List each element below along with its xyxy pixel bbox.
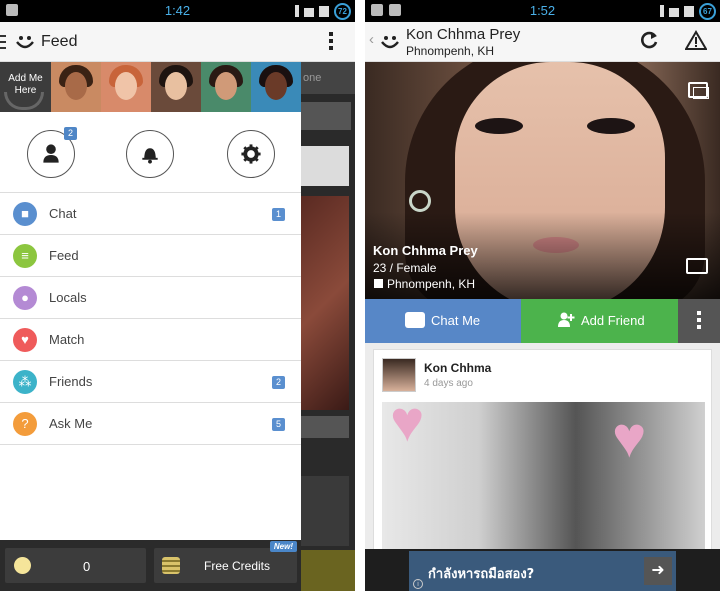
featured-thumb[interactable] — [251, 62, 301, 112]
menu-item-locals[interactable]: ● Locals — [0, 277, 301, 319]
menu-item-label: Chat — [49, 206, 77, 221]
notifications-button[interactable] — [126, 130, 174, 178]
avatar[interactable] — [382, 358, 416, 392]
friends-icon: ⁂ — [13, 370, 37, 394]
chat-me-label: Chat Me — [431, 313, 481, 328]
menu-item-label: Match — [49, 332, 85, 347]
profile-age-gender: 23 / Female — [373, 261, 437, 275]
coin-stack-icon — [162, 557, 180, 574]
right-screen: 1:52 67 ‹ Kon Chhma Prey Phnompenh, KH K… — [365, 0, 720, 591]
add-person-icon — [558, 312, 575, 327]
coin-balance[interactable]: 0 — [5, 548, 146, 583]
unread-badge: 2 — [272, 376, 285, 389]
post-author[interactable]: Kon Chhma — [424, 361, 491, 375]
menu-item-friends[interactable]: ⁂ Friends 2 — [0, 361, 301, 403]
app-logo-icon — [381, 36, 399, 49]
profile-name: Kon Chhma Prey — [373, 243, 478, 258]
battery-icon: 67 — [699, 3, 716, 20]
app-bar: Feed — [0, 22, 355, 62]
menu-item-match[interactable]: ♥ Match — [0, 319, 301, 361]
navigation-drawer: Add Me Here 2 ■ Chat 1 ≡ Feed ● Locals ♥… — [0, 62, 301, 540]
menu-item-label: Feed — [49, 248, 79, 263]
add-me-here-button[interactable]: Add Me Here — [0, 62, 51, 112]
friend-requests-badge: 2 — [64, 127, 77, 140]
menu-item-label: Friends — [49, 374, 93, 389]
featured-thumb[interactable] — [201, 62, 251, 112]
status-bar: 1:52 67 — [365, 0, 720, 22]
chat-icon: ■ — [13, 202, 37, 226]
app-bar: ‹ Kon Chhma Prey Phnompenh, KH — [365, 22, 720, 62]
question-icon: ? — [13, 412, 37, 436]
profile-title: Kon Chhma Prey — [406, 26, 521, 43]
signal-icons — [660, 4, 694, 17]
new-badge: New! — [269, 541, 297, 552]
unread-badge: 5 — [272, 418, 285, 431]
featured-thumb[interactable] — [151, 62, 201, 112]
back-icon[interactable]: ‹ — [369, 31, 374, 48]
signal-icons — [295, 4, 329, 17]
profile-subtitle: Phnompenh, KH — [406, 44, 495, 58]
unread-badge: 1 — [272, 208, 285, 221]
menu-item-ask-me[interactable]: ? Ask Me 5 — [0, 403, 301, 445]
background-feed: one — [301, 62, 355, 591]
heart-sticker: ♥ — [612, 405, 647, 470]
post-timestamp: 4 days ago — [424, 378, 473, 389]
gallery-icon[interactable] — [688, 82, 709, 99]
featured-photo-strip: Add Me Here — [0, 62, 301, 112]
featured-thumb[interactable] — [101, 62, 151, 112]
free-credits-button[interactable]: Free Credits New! — [154, 541, 297, 583]
arrow-right-icon[interactable]: ➜ — [644, 557, 672, 585]
drawer-footer: 0 Free Credits New! — [0, 540, 301, 591]
add-friend-button[interactable]: Add Friend — [521, 299, 678, 343]
gear-icon — [241, 144, 261, 164]
location-icon: ● — [13, 286, 37, 310]
coin-icon — [14, 557, 31, 574]
overflow-menu-icon[interactable] — [329, 32, 333, 53]
menu-item-label: Ask Me — [49, 416, 93, 431]
drawer-toggle-icon[interactable] — [0, 35, 6, 53]
bell-icon — [142, 148, 158, 164]
menu-item-chat[interactable]: ■ Chat 1 — [0, 193, 301, 235]
heart-sticker: ♥ — [390, 402, 425, 454]
heart-icon: ♥ — [13, 328, 37, 352]
friend-requests-button[interactable]: 2 — [27, 127, 77, 178]
page-title: Feed — [41, 33, 78, 50]
refresh-icon[interactable] — [639, 30, 659, 50]
battery-icon: 72 — [334, 3, 351, 20]
profile-city: Phnompenh, KH — [387, 277, 476, 291]
menu-item-feed[interactable]: ≡ Feed — [0, 235, 301, 277]
profile-card-icon[interactable] — [686, 258, 708, 274]
menu-item-label: Locals — [49, 290, 87, 305]
featured-thumb[interactable] — [51, 62, 101, 112]
chat-bubble-icon — [405, 312, 425, 328]
chat-me-button[interactable]: Chat Me — [365, 299, 521, 343]
ad-content[interactable]: กำลังหารถมือสอง? ➜ i — [409, 551, 676, 591]
app-logo-icon — [16, 36, 34, 49]
report-warning-icon[interactable] — [685, 30, 707, 50]
background-tab: one — [301, 62, 355, 94]
ad-banner[interactable]: กำลังหารถมือสอง? ➜ i — [365, 549, 720, 591]
profile-photo[interactable]: Kon Chhma Prey 23 / Female Phnompenh, KH — [365, 62, 720, 299]
drawer-menu: ■ Chat 1 ≡ Feed ● Locals ♥ Match ⁂ Frien… — [0, 192, 301, 445]
add-friend-label: Add Friend — [581, 313, 645, 328]
status-bar: 1:42 72 — [0, 0, 355, 22]
settings-button[interactable] — [227, 130, 275, 178]
ad-text: กำลังหารถมือสอง? — [428, 567, 535, 582]
left-screen: 1:42 72 Feed one Add Me Here 2 ■ Chat 1 … — [0, 0, 355, 591]
home-icon — [374, 279, 383, 288]
more-options-button[interactable] — [678, 299, 720, 343]
feed-icon: ≡ — [13, 244, 37, 268]
info-icon[interactable]: i — [413, 579, 423, 589]
free-credits-label: Free Credits — [204, 559, 271, 573]
profile-actions: Chat Me Add Friend — [365, 299, 720, 343]
coin-count: 0 — [83, 559, 91, 574]
